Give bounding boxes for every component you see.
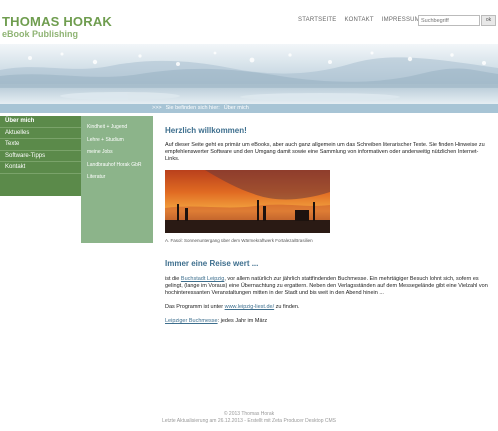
footer: © 2013 Thomas Horak Letzte Aktualisierun… (0, 411, 498, 425)
breadcrumb-arrows: >>> (152, 105, 162, 111)
welcome-heading: Herzlich willkommen! (165, 126, 247, 135)
fair-text: : jedes Jahr im März (217, 318, 268, 324)
topnav-home-link[interactable]: STARTSEITE (298, 17, 336, 23)
sunset-photo (165, 170, 330, 233)
trip-paragraph: ist die Buchstadt Leipzig, vor allem nat… (165, 276, 490, 297)
leipzig-link[interactable]: Buchstadt Leipzig (181, 276, 224, 282)
program-text-start: Das Programm ist unter (165, 304, 225, 310)
subnavigation: Kindheit + Jugend Lehre + Studium meine … (81, 116, 153, 243)
breadcrumb: >>> Sie befinden sich hier: Über mich (152, 105, 249, 111)
trip-text-start: ist die (165, 276, 181, 282)
fair-paragraph: Leipziger Buchmesse: jedes Jahr im März (165, 318, 490, 325)
sidebar-item-about[interactable]: Über mich (0, 116, 81, 128)
footer-copyright: © 2013 Thomas Horak (223, 411, 275, 417)
trip-section: Immer eine Reise wert ... ist die Buchst… (165, 259, 490, 325)
sunset-power-plant-image (165, 170, 330, 233)
trip-heading: Immer eine Reise wert ... (165, 259, 259, 268)
header: THOMAS HORAK eBook Publishing STARTSEITE… (0, 0, 498, 44)
program-paragraph: Das Programm ist unter www.leipzig-liest… (165, 304, 490, 311)
subnav-item-childhood[interactable]: Kindheit + Jugend (81, 121, 153, 134)
book-fair-link[interactable]: Leipziger Buchmesse (165, 318, 218, 324)
sidebar-item-software-tips[interactable]: Software-Tipps (0, 151, 81, 162)
sidebar: Über mich Aktuelles Texte Software-Tipps… (0, 116, 81, 196)
photo-caption: A. Fasol: Sonnenuntergang über dem Wärme… (165, 238, 313, 243)
search-input[interactable] (418, 15, 480, 26)
brand-title[interactable]: THOMAS HORAK (2, 14, 112, 29)
subnav-item-education[interactable]: Lehre + Studium (81, 134, 153, 147)
top-navigation: STARTSEITE KONTAKT IMPRESSUM (298, 17, 420, 23)
welcome-text: Auf dieser Seite geht es primär um eBook… (165, 142, 485, 162)
water-banner (0, 44, 498, 104)
footer-updated: Letzte Aktualisierung am 26.12.2013 - Er… (162, 418, 336, 424)
topnav-contact-link[interactable]: KONTAKT (344, 17, 373, 23)
search-button[interactable]: ok (481, 15, 496, 26)
breadcrumb-current[interactable]: Über mich (224, 105, 249, 111)
main-content: Herzlich willkommen! Auf dieser Seite ge… (165, 120, 490, 163)
subnav-item-jobs[interactable]: meine Jobs (81, 146, 153, 159)
subnav-item-brewery[interactable]: Landbrauhof Horak GbR (81, 159, 153, 172)
leipzig-liest-link[interactable]: www.leipzig-liest.de/ (225, 304, 275, 310)
sidebar-item-contact[interactable]: Kontakt (0, 162, 81, 174)
breadcrumb-prefix: Sie befinden sich hier: (165, 105, 220, 111)
brand-subtitle: eBook Publishing (2, 29, 79, 39)
sidebar-item-news[interactable]: Aktuelles (0, 128, 81, 139)
breadcrumb-bar (0, 104, 498, 113)
topnav-imprint-link[interactable]: IMPRESSUM (382, 17, 420, 23)
program-text-end: zu finden. (274, 304, 300, 310)
subnav-item-literature[interactable]: Literatur (81, 171, 153, 184)
sidebar-item-texts[interactable]: Texte (0, 139, 81, 151)
water-splash-image (0, 44, 498, 104)
